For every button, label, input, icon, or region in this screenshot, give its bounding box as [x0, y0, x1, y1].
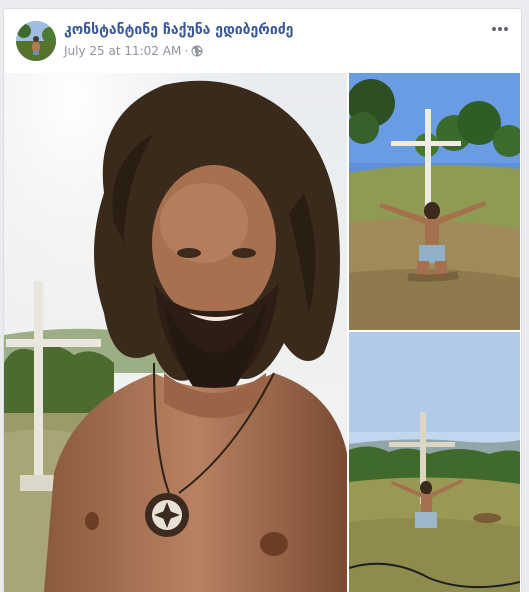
cross-kneeling-photo-1[interactable]	[349, 73, 520, 330]
post-card: კონსტანტინე ჩაქუნა ედიბერიძე July 25 at …	[3, 8, 522, 592]
post-timestamp[interactable]: July 25 at 11:02 AM	[64, 44, 181, 58]
author-avatar[interactable]	[16, 21, 56, 61]
cross-kneeling-photo-2[interactable]	[349, 332, 520, 592]
more-options-icon[interactable]	[489, 21, 511, 37]
globe-icon[interactable]	[191, 45, 203, 57]
selfie-photo[interactable]	[4, 73, 347, 592]
author-name-link[interactable]: კონსტანტინე ჩაქუნა ედიბერიძე	[64, 22, 293, 38]
meta-separator: ·	[184, 44, 189, 58]
post-meta: July 25 at 11:02 AM ·	[64, 44, 203, 58]
